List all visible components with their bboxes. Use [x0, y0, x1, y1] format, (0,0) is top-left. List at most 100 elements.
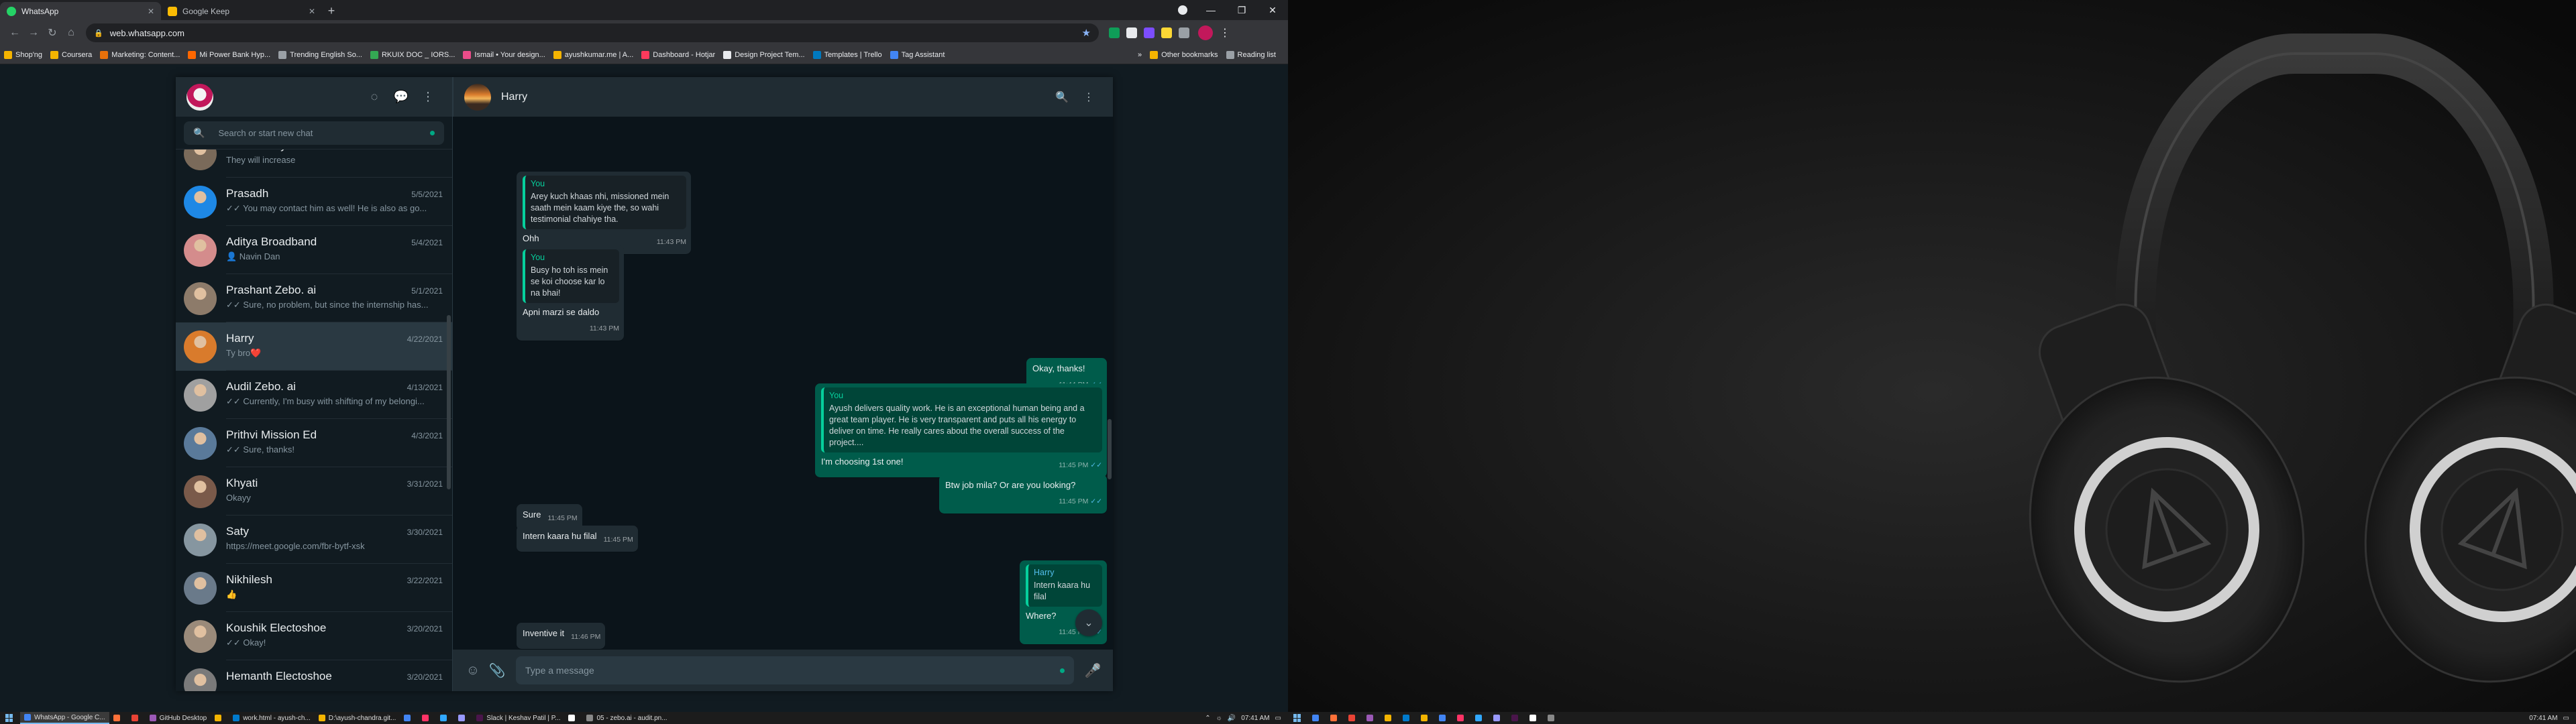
search-icon[interactable]: 🔍 [1049, 84, 1075, 111]
menu-icon[interactable]: ⋮ [415, 84, 441, 111]
message-box[interactable] [516, 656, 1074, 684]
chat-avatar[interactable] [184, 149, 217, 170]
incognito-icon[interactable] [1178, 5, 1187, 15]
profile-avatar[interactable] [1198, 25, 1213, 40]
chat-row[interactable]: Aditya Broadband 5/4/2021 👤 Navin Dan [176, 226, 452, 274]
chat-row[interactable]: Khyati 3/31/2021 Okayy [176, 467, 452, 516]
message-bubble[interactable]: Btw job mila? Or are you looking? 11:45 P… [939, 475, 1107, 514]
chat-row[interactable]: Nikhilesh 3/22/2021 👍 [176, 564, 452, 612]
taskbar-item[interactable]: WhatsApp - Google C... [20, 712, 109, 724]
windows-start-icon[interactable] [1293, 714, 1301, 722]
other-bookmarks[interactable]: Other bookmarks [1150, 50, 1218, 59]
quoted-message[interactable]: You Ayush delivers quality work. He is an… [821, 387, 1102, 452]
windows-start-icon[interactable] [5, 714, 13, 722]
close-window-button[interactable]: ✕ [1257, 0, 1288, 20]
chat-row[interactable]: Saty 3/30/2021 https://meet.google.com/fbr… [176, 516, 452, 564]
bookmark-item[interactable]: Mi Power Bank Hyp... [188, 50, 270, 59]
taskbar-item[interactable] [109, 712, 127, 724]
chat-avatar[interactable] [184, 330, 217, 363]
taskbar-item[interactable] [127, 712, 146, 724]
conversation-scrollbar[interactable] [1108, 419, 1112, 479]
message-bubble[interactable]: You Busy ho toh iss mein se koi choose ka… [517, 245, 624, 341]
chat-row[interactable]: Harry 4/22/2021 Ty bro❤️ [176, 322, 452, 371]
attach-icon[interactable]: 📎 [485, 658, 509, 682]
puzzle-icon[interactable] [1179, 27, 1189, 38]
quoted-message[interactable]: You Arey kuch khaas nhi, missioned mein s… [523, 176, 686, 229]
chat-avatar[interactable] [184, 475, 217, 508]
clock[interactable]: 07:41 AM [2529, 715, 2557, 722]
chat-avatar[interactable] [184, 619, 217, 653]
chat-row[interactable]: Prashant Zebo. ai 5/1/2021 ✓✓ Sure, no pro… [176, 274, 452, 322]
emoji-icon[interactable]: ☺ [461, 658, 485, 682]
bookmark-item[interactable]: Marketing: Content... [100, 50, 180, 59]
message-bubble[interactable]: You Arey kuch khaas nhi, missioned mein s… [517, 172, 691, 254]
chat-avatar[interactable] [184, 378, 217, 412]
taskbar-item[interactable] [400, 712, 418, 724]
chat-row[interactable]: Audil Zebo. ai 4/13/2021 ✓✓ Currently, I'm… [176, 371, 452, 419]
menu-icon[interactable]: ⋮ [1075, 84, 1102, 111]
chat-row[interactable]: Hemanth Electoshoe 3/20/2021 [176, 660, 452, 691]
bookmark-item[interactable]: Templates | Trello [812, 50, 882, 59]
minimize-button[interactable]: — [1195, 0, 1226, 20]
chat-row[interactable]: Nitin Mohaya 5/6/2021 They will increase [176, 149, 452, 178]
chat-avatar[interactable] [184, 233, 217, 267]
search-input[interactable] [218, 128, 430, 138]
chat-row[interactable]: Prithvi Mission Ed 4/3/2021 ✓✓ Sure, thank… [176, 419, 452, 467]
chat-row[interactable]: Prasadh 5/5/2021 ✓✓ You may contact him as… [176, 178, 452, 226]
extension-icon[interactable] [1144, 27, 1155, 38]
taskbar-item[interactable] [1544, 712, 1562, 724]
extension-icon[interactable] [1126, 27, 1137, 38]
message-bubble[interactable]: Inventive it 11:46 PM [517, 623, 606, 649]
taskbar-item[interactable] [564, 712, 582, 724]
taskbar-item[interactable] [1489, 712, 1507, 724]
maximize-button[interactable]: ❐ [1226, 0, 1257, 20]
quoted-message[interactable]: You Busy ho toh iss mein se koi choose ka… [523, 249, 619, 303]
close-icon[interactable]: ✕ [148, 7, 154, 16]
bookmark-item[interactable]: ayushkumar.me | A... [553, 50, 633, 59]
taskbar-item[interactable] [1453, 712, 1471, 724]
bookmark-star-icon[interactable]: ★ [1082, 27, 1091, 39]
bookmarks-more-button[interactable]: » [1138, 51, 1142, 59]
search-box[interactable]: 🔍 [184, 121, 444, 145]
quoted-message[interactable]: Harry Intern kaara hu filal [1026, 564, 1102, 607]
microphone-icon[interactable]: 🎤 [1081, 658, 1105, 682]
extension-icon[interactable] [1109, 27, 1120, 38]
network-icon[interactable]: ☼ [1216, 715, 1222, 722]
taskbar-item[interactable]: Slack | Keshav Patil | P... [472, 712, 564, 724]
bookmark-item[interactable]: Trending English So... [278, 50, 362, 59]
notification-icon[interactable]: ▭ [1275, 715, 1281, 722]
bookmark-item[interactable]: Coursera [50, 50, 92, 59]
chat-avatar[interactable] [184, 571, 217, 605]
message-input[interactable] [525, 665, 1060, 676]
taskbar-item[interactable]: 05 - zebo.ai - audit.pn... [582, 712, 671, 724]
taskbar-item[interactable]: work.html - ayush-ch... [229, 712, 315, 724]
address-bar[interactable]: 🔒 web.whatsapp.com ★ [86, 23, 1099, 42]
bookmark-item[interactable]: Tag Assistant [890, 50, 945, 59]
chat-avatar[interactable] [184, 668, 217, 691]
taskbar-item[interactable] [454, 712, 472, 724]
contact-name[interactable]: Harry [501, 91, 527, 103]
taskbar-item[interactable] [1507, 712, 1525, 724]
taskbar-item[interactable] [436, 712, 454, 724]
scroll-down-button[interactable]: ⌄ [1075, 609, 1102, 636]
taskbar-item[interactable] [1362, 712, 1381, 724]
bookmark-item[interactable]: Dashboard - Hotjar [641, 50, 715, 59]
taskbar-item[interactable] [1381, 712, 1399, 724]
chat-avatar[interactable] [184, 185, 217, 219]
forward-button[interactable]: → [24, 23, 43, 42]
taskbar-item[interactable] [1435, 712, 1453, 724]
lock-icon[interactable]: 🔒 [94, 29, 103, 38]
home-button[interactable]: ⌂ [62, 23, 80, 42]
status-icon[interactable]: ◌ [361, 84, 388, 111]
chat-avatar[interactable] [184, 426, 217, 460]
taskbar-item[interactable] [1471, 712, 1489, 724]
my-avatar[interactable] [186, 83, 213, 111]
bookmark-item[interactable]: RKUIX DOC _ IORS... [370, 50, 455, 59]
taskbar-item[interactable] [1344, 712, 1362, 724]
reload-button[interactable]: ↻ [43, 23, 62, 42]
reading-list[interactable]: Reading list [1226, 50, 1276, 59]
tray-chevron-icon[interactable]: ⌃ [1205, 715, 1210, 722]
chat-avatar[interactable] [184, 523, 217, 556]
message-bubble[interactable]: Intern kaara hu filal 11:45 PM [517, 526, 638, 552]
taskbar-item[interactable] [1308, 712, 1326, 724]
